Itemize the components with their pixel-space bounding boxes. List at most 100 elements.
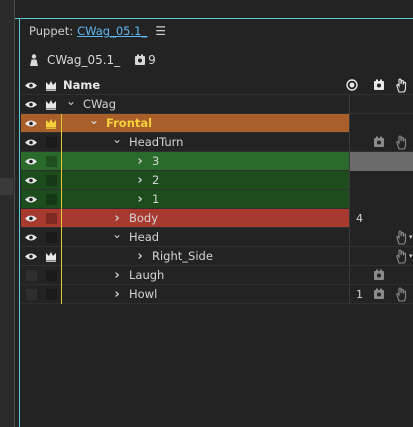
crown-icon[interactable] — [41, 247, 61, 266]
tree-item-name[interactable]: › Right_Side — [61, 246, 336, 266]
tree-row[interactable]: › Body 4 — [21, 208, 413, 228]
column-separator — [349, 114, 350, 133]
tree-row[interactable]: › Howl 1 — [21, 284, 413, 304]
crown-toggle[interactable] — [41, 190, 61, 209]
eye-icon[interactable] — [21, 76, 41, 95]
eye-icon[interactable] — [21, 152, 41, 171]
selection-bar — [61, 170, 62, 190]
selection-bar — [61, 208, 62, 228]
tree-item-label: Howl — [129, 287, 158, 301]
column-separator — [349, 133, 350, 152]
eye-icon[interactable] — [21, 133, 41, 152]
column-separator — [349, 171, 350, 190]
hand-icon[interactable] — [395, 133, 413, 152]
tree-row[interactable]: ⌄ CWag — [21, 94, 413, 114]
tree-item-name[interactable]: ⌄ HeadTurn — [61, 132, 336, 152]
chevron-right-icon[interactable]: › — [111, 211, 123, 226]
camera-icon[interactable] — [370, 266, 388, 285]
chevron-right-icon[interactable]: › — [134, 173, 146, 188]
panel-tab-puppet-link[interactable]: CWag_05.1_ — [77, 24, 147, 38]
panel-tab[interactable]: Puppet: CWag_05.1_ ☰ — [29, 24, 166, 38]
crown-toggle[interactable] — [41, 285, 61, 304]
eye-icon[interactable] — [21, 247, 41, 266]
selection-bar — [61, 265, 62, 285]
panel-tab-label: Puppet: — [29, 24, 74, 38]
record-icon[interactable] — [342, 76, 362, 95]
column-separator — [349, 285, 350, 304]
tree-item-name[interactable]: › 2 — [61, 170, 336, 190]
column-separator — [349, 152, 350, 171]
eye-icon[interactable] — [21, 114, 41, 133]
camera-column-icon[interactable] — [370, 76, 388, 95]
row-tail — [350, 171, 413, 190]
tree-item-label: Right_Side — [152, 249, 213, 263]
selection-bar — [61, 113, 62, 133]
panel-focus-border — [15, 18, 413, 19]
crown-toggle[interactable] — [41, 152, 61, 171]
chevron-down-icon[interactable]: ⌄ — [111, 227, 123, 241]
column-separator — [349, 266, 350, 285]
hand-icon[interactable] — [395, 285, 413, 304]
eye-icon[interactable] — [21, 190, 41, 209]
tree-row[interactable]: › 1 — [21, 189, 413, 209]
row-tail — [350, 152, 413, 171]
puppet-name: CWag_05.1_ — [47, 53, 121, 67]
chevron-down-icon[interactable]: ⌄ — [88, 113, 100, 127]
chevron-right-icon[interactable]: › — [134, 154, 146, 169]
chevron-right-icon[interactable]: › — [111, 287, 123, 302]
hand-icon[interactable]: ▾ — [395, 228, 413, 247]
name-column-header[interactable]: Name — [61, 76, 336, 95]
hamburger-menu-icon[interactable]: ☰ — [155, 24, 166, 38]
crown-toggle[interactable] — [41, 209, 61, 228]
eye-icon[interactable] — [21, 209, 41, 228]
row-tail — [350, 114, 413, 133]
tree-row[interactable]: ⌄ Frontal — [21, 113, 413, 133]
hand-icon[interactable]: ▾ — [395, 247, 413, 266]
tree-item-name[interactable]: › 1 — [61, 189, 336, 209]
tree-item-name[interactable]: › 3 — [61, 151, 336, 171]
crown-toggle[interactable] — [41, 171, 61, 190]
camera-icon[interactable] — [370, 133, 388, 152]
tree-item-label: 1 — [152, 192, 160, 206]
tree-row[interactable]: ⌄ HeadTurn — [21, 132, 413, 152]
column-separator — [349, 209, 350, 228]
crown-toggle[interactable] — [41, 266, 61, 285]
tree-item-label: 3 — [152, 154, 160, 168]
tree-row[interactable]: › 3 — [21, 151, 413, 171]
eye-icon[interactable] — [21, 95, 41, 114]
camera-icon[interactable] — [370, 285, 388, 304]
tree-item-label: Laugh — [129, 268, 165, 282]
chevron-right-icon[interactable]: › — [134, 192, 146, 207]
tree-item-name[interactable]: › Howl — [61, 284, 336, 304]
tree-row[interactable]: › 2 — [21, 170, 413, 190]
crown-toggle[interactable] — [41, 133, 61, 152]
crown-icon[interactable] — [41, 95, 61, 114]
tree-item-name[interactable]: ⌄ Frontal — [61, 113, 336, 133]
puppet-count: 9 — [148, 53, 156, 67]
crown-icon[interactable] — [41, 114, 61, 133]
hand-column-icon[interactable] — [395, 76, 413, 95]
tree-header: Name — [21, 76, 413, 95]
crown-icon[interactable] — [41, 76, 61, 95]
visibility-toggle[interactable] — [21, 266, 41, 285]
chevron-down-icon[interactable]: ⌄ — [111, 132, 123, 146]
eye-icon[interactable] — [21, 228, 41, 247]
selection-bar — [61, 132, 62, 152]
selection-bar — [61, 189, 62, 209]
camera-icon — [135, 54, 146, 65]
chevron-right-icon[interactable]: › — [111, 268, 123, 283]
tree-item-name[interactable]: ⌄ CWag — [61, 94, 336, 114]
chevron-down-icon[interactable]: ⌄ — [65, 94, 77, 108]
crown-toggle[interactable] — [41, 228, 61, 247]
tree-row[interactable]: ⌄ Head ▾ — [21, 227, 413, 247]
selection-bar — [61, 284, 62, 304]
tree-item-name[interactable]: › Laugh — [61, 265, 336, 285]
tree-item-name[interactable]: ⌄ Head — [61, 227, 336, 247]
tree-item-label: HeadTurn — [129, 135, 184, 149]
eye-icon[interactable] — [21, 171, 41, 190]
tree-row[interactable]: › Right_Side ▾ — [21, 246, 413, 266]
tree-row[interactable]: › Laugh — [21, 265, 413, 285]
tree-item-name[interactable]: › Body — [61, 208, 336, 228]
chevron-right-icon[interactable]: › — [134, 249, 146, 264]
visibility-toggle[interactable] — [21, 285, 41, 304]
